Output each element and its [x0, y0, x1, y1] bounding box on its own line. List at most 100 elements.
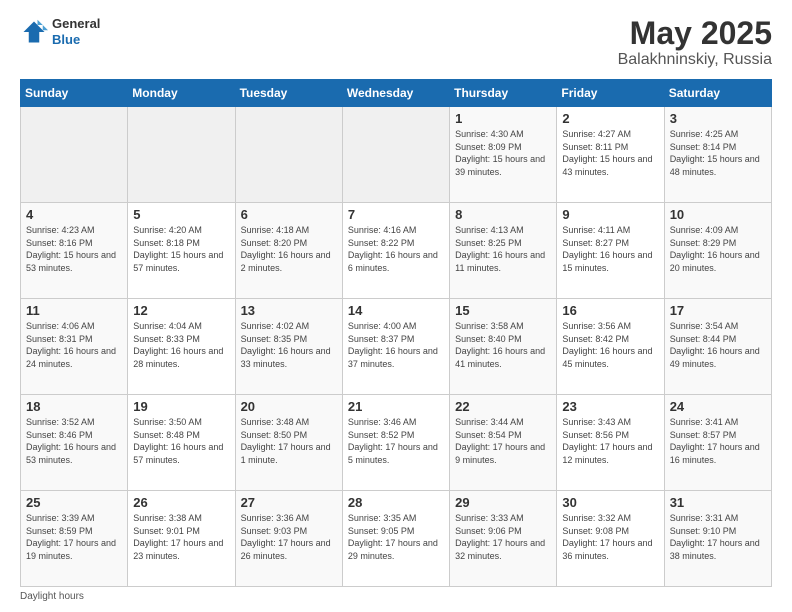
- table-row: 4Sunrise: 4:23 AMSunset: 8:16 PMDaylight…: [21, 203, 128, 299]
- day-number: 18: [26, 399, 122, 414]
- table-row: 9Sunrise: 4:11 AMSunset: 8:27 PMDaylight…: [557, 203, 664, 299]
- table-row: 15Sunrise: 3:58 AMSunset: 8:40 PMDayligh…: [450, 299, 557, 395]
- calendar-week-row: 25 Sunrise: 3:39 AMSunset: 8:59 PMDayligh…: [21, 491, 772, 587]
- table-row: 6 Sunrise: 4:18 AMSunset: 8:20 PMDaylight…: [235, 203, 342, 299]
- day-number: 21: [348, 399, 444, 414]
- table-row: 26Sunrise: 3:38 AMSunset: 9:01 PMDayligh…: [128, 491, 235, 587]
- table-row: 18 Sunrise: 3:52 AMSunset: 8:46 PMDayligh…: [21, 395, 128, 491]
- logo: General Blue: [20, 16, 100, 47]
- calendar-week-row: 4Sunrise: 4:23 AMSunset: 8:16 PMDaylight…: [21, 203, 772, 299]
- day-number: 25: [26, 495, 122, 510]
- day-detail: Sunrise: 4:04 AMSunset: 8:33 PMDaylight:…: [133, 320, 229, 370]
- table-row: 16Sunrise: 3:56 AMSunset: 8:42 PMDayligh…: [557, 299, 664, 395]
- day-detail: Sunrise: 3:33 AMSunset: 9:06 PMDaylight:…: [455, 512, 551, 562]
- day-number: 30: [562, 495, 658, 510]
- day-number: 14: [348, 303, 444, 318]
- location-label: Balakhninskiy, Russia: [618, 51, 772, 69]
- day-number: 29: [455, 495, 551, 510]
- day-detail: Sunrise: 3:50 AMSunset: 8:48 PMDaylight:…: [133, 416, 229, 466]
- calendar-week-row: 11 Sunrise: 4:06 AMSunset: 8:31 PMDayligh…: [21, 299, 772, 395]
- day-number: 6: [241, 207, 337, 222]
- table-row: 7Sunrise: 4:16 AMSunset: 8:22 PMDaylight…: [342, 203, 449, 299]
- day-detail: Sunrise: 4:06 AMSunset: 8:31 PMDaylight:…: [26, 320, 122, 370]
- table-row: 8 Sunrise: 4:13 AMSunset: 8:25 PMDaylight…: [450, 203, 557, 299]
- table-row: [21, 107, 128, 203]
- day-detail: Sunrise: 3:54 AMSunset: 8:44 PMDaylight:…: [670, 320, 766, 370]
- day-number: 31: [670, 495, 766, 510]
- day-number: 3: [670, 111, 766, 126]
- header: General Blue May 2025 Balakhninskiy, Rus…: [20, 16, 772, 69]
- table-row: 28 Sunrise: 3:35 AMSunset: 9:05 PMDayligh…: [342, 491, 449, 587]
- day-detail: Sunrise: 4:18 AMSunset: 8:20 PMDaylight:…: [241, 224, 337, 274]
- table-row: 31 Sunrise: 3:31 AMSunset: 9:10 PMDayligh…: [664, 491, 771, 587]
- col-saturday: Saturday: [664, 80, 771, 107]
- day-detail: Sunrise: 3:38 AMSunset: 9:01 PMDaylight:…: [133, 512, 229, 562]
- day-number: 4: [26, 207, 122, 222]
- table-row: [342, 107, 449, 203]
- day-number: 10: [670, 207, 766, 222]
- day-detail: Sunrise: 3:32 AMSunset: 9:08 PMDaylight:…: [562, 512, 658, 562]
- table-row: 29 Sunrise: 3:33 AMSunset: 9:06 PMDayligh…: [450, 491, 557, 587]
- day-number: 8: [455, 207, 551, 222]
- day-number: 12: [133, 303, 229, 318]
- day-detail: Sunrise: 3:44 AMSunset: 8:54 PMDaylight:…: [455, 416, 551, 466]
- day-number: 28: [348, 495, 444, 510]
- table-row: 30 Sunrise: 3:32 AMSunset: 9:08 PMDayligh…: [557, 491, 664, 587]
- calendar-week-row: 1Sunrise: 4:30 AMSunset: 8:09 PMDaylight…: [21, 107, 772, 203]
- table-row: 21 Sunrise: 3:46 AMSunset: 8:52 PMDayligh…: [342, 395, 449, 491]
- day-detail: Sunrise: 4:13 AMSunset: 8:25 PMDaylight:…: [455, 224, 551, 274]
- page-title: May 2025: [618, 16, 772, 51]
- table-row: 10Sunrise: 4:09 AMSunset: 8:29 PMDayligh…: [664, 203, 771, 299]
- page: General Blue May 2025 Balakhninskiy, Rus…: [0, 0, 792, 612]
- table-row: 11 Sunrise: 4:06 AMSunset: 8:31 PMDayligh…: [21, 299, 128, 395]
- calendar-table: Sunday Monday Tuesday Wednesday Thursday…: [20, 79, 772, 587]
- day-number: 7: [348, 207, 444, 222]
- day-number: 17: [670, 303, 766, 318]
- table-row: [128, 107, 235, 203]
- table-row: 12 Sunrise: 4:04 AMSunset: 8:33 PMDayligh…: [128, 299, 235, 395]
- col-monday: Monday: [128, 80, 235, 107]
- table-row: 13 Sunrise: 4:02 AMSunset: 8:35 PMDayligh…: [235, 299, 342, 395]
- col-tuesday: Tuesday: [235, 80, 342, 107]
- table-row: 24Sunrise: 3:41 AMSunset: 8:57 PMDayligh…: [664, 395, 771, 491]
- table-row: 5Sunrise: 4:20 AMSunset: 8:18 PMDaylight…: [128, 203, 235, 299]
- day-number: 19: [133, 399, 229, 414]
- day-detail: Sunrise: 4:02 AMSunset: 8:35 PMDaylight:…: [241, 320, 337, 370]
- calendar-header-row: Sunday Monday Tuesday Wednesday Thursday…: [21, 80, 772, 107]
- day-number: 11: [26, 303, 122, 318]
- col-wednesday: Wednesday: [342, 80, 449, 107]
- day-number: 2: [562, 111, 658, 126]
- table-row: 17 Sunrise: 3:54 AMSunset: 8:44 PMDayligh…: [664, 299, 771, 395]
- day-number: 20: [241, 399, 337, 414]
- day-detail: Sunrise: 4:25 AMSunset: 8:14 PMDaylight:…: [670, 128, 766, 178]
- footer-note: Daylight hours: [20, 591, 772, 602]
- day-detail: Sunrise: 4:20 AMSunset: 8:18 PMDaylight:…: [133, 224, 229, 274]
- day-detail: Sunrise: 3:56 AMSunset: 8:42 PMDaylight:…: [562, 320, 658, 370]
- table-row: 22 Sunrise: 3:44 AMSunset: 8:54 PMDayligh…: [450, 395, 557, 491]
- day-detail: Sunrise: 4:00 AMSunset: 8:37 PMDaylight:…: [348, 320, 444, 370]
- day-detail: Sunrise: 3:52 AMSunset: 8:46 PMDaylight:…: [26, 416, 122, 466]
- table-row: 3 Sunrise: 4:25 AMSunset: 8:14 PMDaylight…: [664, 107, 771, 203]
- table-row: 23 Sunrise: 3:43 AMSunset: 8:56 PMDayligh…: [557, 395, 664, 491]
- table-row: 14 Sunrise: 4:00 AMSunset: 8:37 PMDayligh…: [342, 299, 449, 395]
- day-number: 27: [241, 495, 337, 510]
- day-number: 22: [455, 399, 551, 414]
- day-number: 23: [562, 399, 658, 414]
- day-detail: Sunrise: 3:58 AMSunset: 8:40 PMDaylight:…: [455, 320, 551, 370]
- day-number: 13: [241, 303, 337, 318]
- col-thursday: Thursday: [450, 80, 557, 107]
- table-row: [235, 107, 342, 203]
- day-detail: Sunrise: 3:48 AMSunset: 8:50 PMDaylight:…: [241, 416, 337, 466]
- day-detail: Sunrise: 3:39 AMSunset: 8:59 PMDaylight:…: [26, 512, 122, 562]
- table-row: 1Sunrise: 4:30 AMSunset: 8:09 PMDaylight…: [450, 107, 557, 203]
- day-detail: Sunrise: 4:30 AMSunset: 8:09 PMDaylight:…: [455, 128, 551, 178]
- day-number: 9: [562, 207, 658, 222]
- day-detail: Sunrise: 3:46 AMSunset: 8:52 PMDaylight:…: [348, 416, 444, 466]
- day-detail: Sunrise: 3:43 AMSunset: 8:56 PMDaylight:…: [562, 416, 658, 466]
- day-detail: Sunrise: 3:35 AMSunset: 9:05 PMDaylight:…: [348, 512, 444, 562]
- logo-icon: [20, 18, 48, 46]
- table-row: 27Sunrise: 3:36 AMSunset: 9:03 PMDayligh…: [235, 491, 342, 587]
- col-friday: Friday: [557, 80, 664, 107]
- table-row: 20 Sunrise: 3:48 AMSunset: 8:50 PMDayligh…: [235, 395, 342, 491]
- day-detail: Sunrise: 3:31 AMSunset: 9:10 PMDaylight:…: [670, 512, 766, 562]
